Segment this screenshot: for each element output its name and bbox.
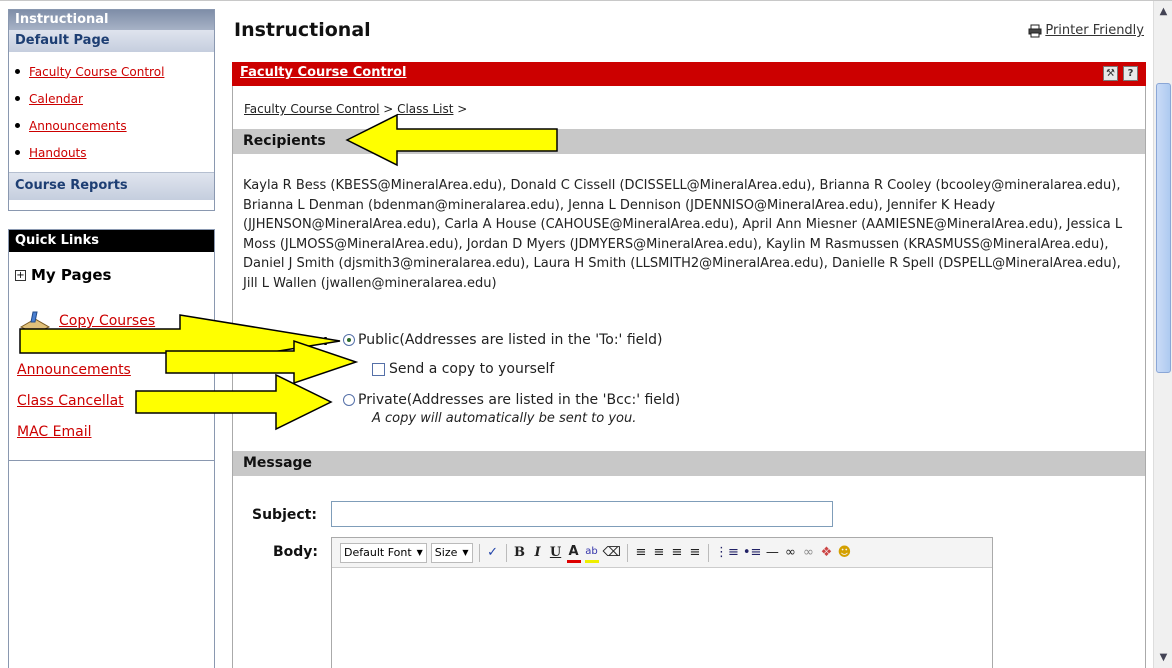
quick-link-class-cancellations[interactable]: Class Cancellat xyxy=(17,393,124,409)
editor-toolbar: Default Font ▼ Size ▼ ✓ B I U A ab ⌫ ≡ ≡ ≡… xyxy=(332,538,992,568)
panel-title[interactable]: Faculty Course Control xyxy=(240,65,406,80)
font-color-icon[interactable]: A xyxy=(566,543,581,563)
bullet-list-icon[interactable]: •≡ xyxy=(743,543,762,563)
justify-icon[interactable]: ≡ xyxy=(688,543,702,563)
subject-label: Subject: xyxy=(252,507,317,523)
private-option[interactable]: Private(Addresses are listed in the 'Bcc… xyxy=(343,392,680,408)
align-left-icon[interactable]: ≡ xyxy=(634,543,648,563)
panel-body: Faculty Course Control > Class List > Re… xyxy=(232,86,1146,668)
message-heading: Message xyxy=(233,451,1145,476)
arrow-to-private xyxy=(135,373,333,431)
help-icon[interactable]: ? xyxy=(1123,66,1138,81)
default-page-heading: Default Page xyxy=(9,30,214,52)
sidebar-link[interactable]: Calendar xyxy=(29,92,83,106)
italic-icon[interactable]: I xyxy=(531,543,545,563)
printer-icon xyxy=(1028,24,1042,37)
divider xyxy=(9,460,214,461)
sidebar-item-faculty-course-control[interactable]: Faculty Course Control xyxy=(15,58,214,85)
public-option[interactable]: Public(Addresses are listed in the 'To:'… xyxy=(343,332,663,348)
font-select-value: Default Font xyxy=(344,546,412,559)
quick-links-box: Quick Links + My Pages Copy Courses Anno… xyxy=(8,229,215,668)
sidebar-link[interactable]: Faculty Course Control xyxy=(29,65,164,79)
image-icon[interactable]: ❖ xyxy=(819,543,833,563)
bullet-icon xyxy=(15,123,20,128)
private-radio[interactable] xyxy=(343,394,355,406)
sidebar-item-handouts[interactable]: Handouts xyxy=(15,139,214,166)
quick-links-heading: Quick Links xyxy=(9,230,214,252)
printer-friendly-label[interactable]: Printer Friendly xyxy=(1045,23,1144,38)
my-pages-label: My Pages xyxy=(31,266,112,284)
scrollbar-thumb[interactable] xyxy=(1156,83,1171,373)
private-label: Private(Addresses are listed in the 'Bcc… xyxy=(358,392,681,408)
browser-viewport: Instructional Default Page Faculty Cours… xyxy=(0,0,1172,668)
eraser-icon[interactable]: ⌫ xyxy=(603,543,621,563)
bold-icon[interactable]: B xyxy=(513,543,527,563)
tools-icon[interactable]: ⚒ xyxy=(1103,66,1118,81)
size-select-value: Size xyxy=(434,546,458,559)
spellcheck-icon[interactable]: ✓ xyxy=(486,543,500,563)
horizontal-rule-icon[interactable]: — xyxy=(765,543,779,563)
toolbar-separator xyxy=(626,543,628,562)
toolbar-separator xyxy=(707,543,709,562)
numbered-list-icon[interactable]: ⋮≡ xyxy=(715,543,739,563)
dropdown-arrow-icon: ▼ xyxy=(462,548,469,557)
sidebar-link[interactable]: Announcements xyxy=(29,119,127,133)
arrow-to-recipients xyxy=(345,113,558,167)
course-reports-heading[interactable]: Course Reports xyxy=(9,172,214,200)
public-label: Public(Addresses are listed in the 'To:'… xyxy=(358,332,663,348)
recipients-list: Kayla R Bess (KBESS@MineralArea.edu), Do… xyxy=(243,178,1123,291)
align-center-icon[interactable]: ≡ xyxy=(652,543,666,563)
dropdown-arrow-icon: ▼ xyxy=(416,548,423,557)
underline-icon[interactable]: U xyxy=(549,543,563,563)
body-editor[interactable]: Default Font ▼ Size ▼ ✓ B I U A ab ⌫ ≡ ≡ ≡… xyxy=(331,537,993,668)
font-select[interactable]: Default Font ▼ xyxy=(340,542,427,563)
smiley-icon[interactable]: ☻ xyxy=(837,543,852,563)
sidebar-item-calendar[interactable]: Calendar xyxy=(15,85,214,112)
align-right-icon[interactable]: ≡ xyxy=(670,543,684,563)
page-title: Instructional xyxy=(234,19,371,41)
subject-input[interactable] xyxy=(331,501,833,527)
size-select[interactable]: Size ▼ xyxy=(430,542,473,563)
toolbar-separator xyxy=(505,543,507,562)
panel-header: Faculty Course Control ⚒ ? xyxy=(232,62,1146,86)
private-note: A copy will automatically be sent to you… xyxy=(372,411,637,426)
sidebar-section-title: Instructional xyxy=(9,10,214,30)
bullet-icon xyxy=(15,69,20,74)
bullet-icon xyxy=(15,96,20,101)
quick-link-mac-email[interactable]: MAC Email xyxy=(17,424,91,440)
sidebar-link[interactable]: Handouts xyxy=(29,146,87,160)
vertical-scrollbar[interactable]: ▲ ▼ xyxy=(1153,1,1172,668)
toolbar-separator xyxy=(478,543,480,562)
send-copy-checkbox[interactable] xyxy=(372,362,385,376)
link-icon[interactable]: ∞ xyxy=(783,543,797,563)
my-pages-toggle[interactable]: + My Pages xyxy=(15,266,111,284)
printer-friendly-link[interactable]: Printer Friendly xyxy=(1028,23,1144,38)
highlight-icon[interactable]: ab xyxy=(584,543,599,563)
main-content: Instructional Printer Friendly Faculty C… xyxy=(232,1,1152,668)
unlink-icon[interactable]: ∞ xyxy=(801,543,815,563)
send-copy-option[interactable]: Send a copy to yourself xyxy=(372,361,554,377)
scroll-down-icon[interactable]: ▼ xyxy=(1155,649,1172,666)
instructional-nav-box: Instructional Default Page Faculty Cours… xyxy=(8,9,215,211)
sidebar-item-announcements[interactable]: Announcements xyxy=(15,112,214,139)
sidebar-nav-list: Faculty Course Control Calendar Announce… xyxy=(9,52,214,168)
send-copy-label: Send a copy to yourself xyxy=(389,361,555,377)
bullet-icon xyxy=(15,150,20,155)
expand-plus-icon[interactable]: + xyxy=(15,269,26,281)
scroll-up-icon[interactable]: ▲ xyxy=(1155,3,1172,20)
body-label: Body: xyxy=(273,544,319,560)
